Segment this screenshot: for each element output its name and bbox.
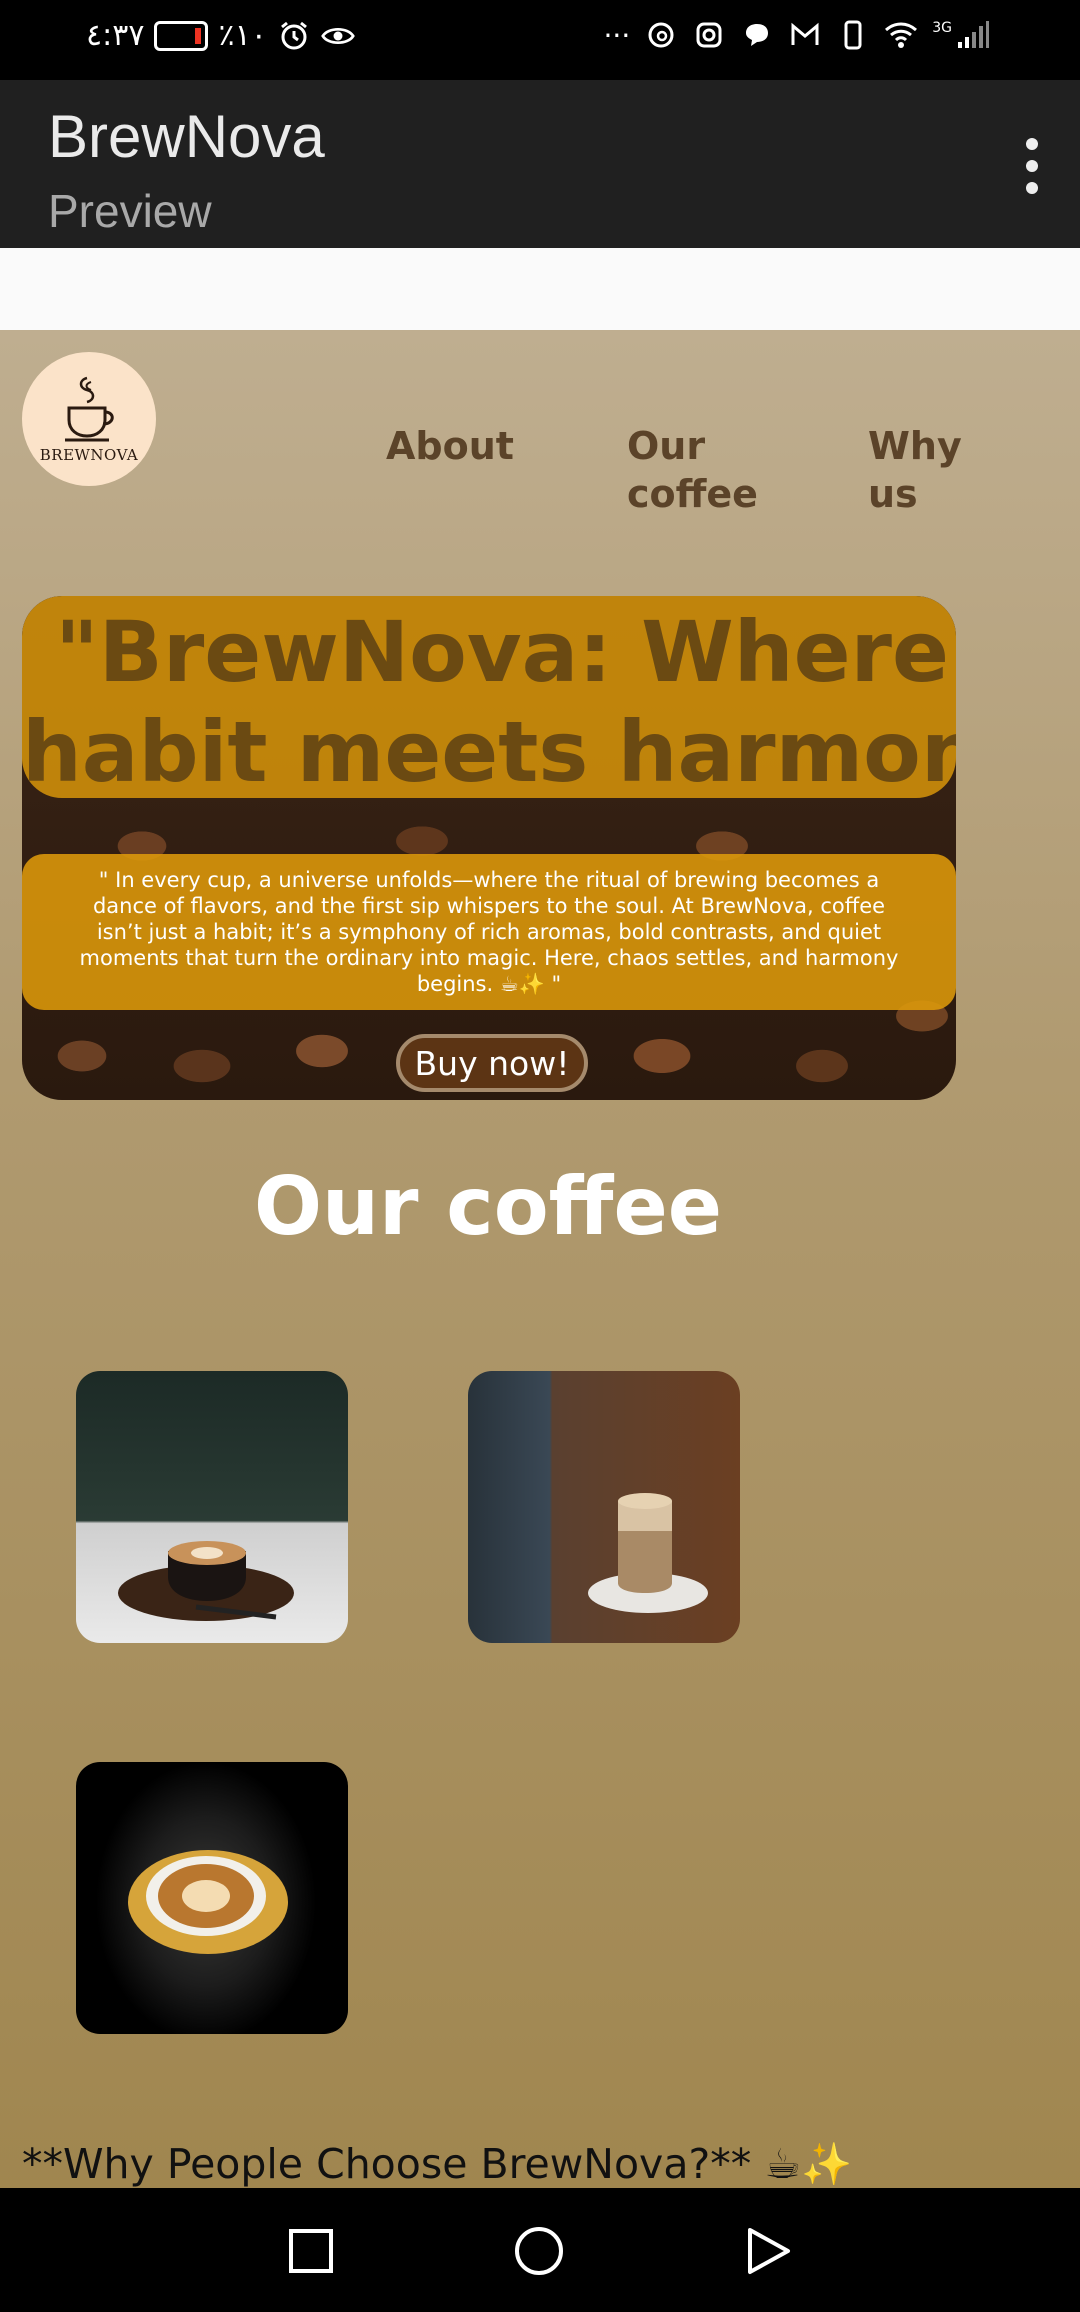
app-title: BrewNova xyxy=(48,103,325,170)
why-choose-heading: **Why People Choose BrewNova?** ☕✨ xyxy=(22,2140,853,2188)
more-dots-icon: ··· xyxy=(603,18,631,52)
hero-title: "BrewNova: Where habit meets harmony." xyxy=(22,602,956,802)
brewnova-logo[interactable]: BREWNOVA xyxy=(22,352,156,486)
logo-text: BREWNOVA xyxy=(39,446,139,464)
recent-apps-button[interactable] xyxy=(286,2226,336,2276)
coffee-image-latte-art[interactable] xyxy=(76,1762,348,2034)
signal-icon xyxy=(956,18,990,52)
phone-icon xyxy=(836,18,870,52)
web-page[interactable]: BREWNOVA About Our coffee Why us "BrewNo… xyxy=(0,330,1080,2188)
hero-banner: "BrewNova: Where habit meets harmony." "… xyxy=(22,596,956,1100)
hero-title-line-1: "BrewNova: Where xyxy=(55,603,949,701)
gmail-icon xyxy=(788,18,822,52)
overflow-menu-icon[interactable] xyxy=(1014,138,1050,194)
coffee-image-cappuccino[interactable] xyxy=(76,1371,348,1643)
status-time: ٤:٣٧ xyxy=(86,18,145,53)
our-coffee-title: Our coffee xyxy=(254,1160,722,1253)
battery-icon xyxy=(154,20,209,51)
instagram-icon xyxy=(692,18,726,52)
system-nav-bar xyxy=(0,2188,1080,2312)
hero-quote: " In every cup, a universe unfolds—where… xyxy=(79,868,899,996)
latte-art-cup-graphic xyxy=(128,1850,288,1954)
status-bar: ٤:٣٧ ٪١٠ ··· 3G xyxy=(0,0,1080,80)
status-left: ٤:٣٧ ٪١٠ xyxy=(86,18,355,53)
wifi-icon xyxy=(884,18,918,52)
battery-percent: ٪١٠ xyxy=(218,18,267,53)
alarm-icon xyxy=(277,19,311,53)
home-button[interactable] xyxy=(514,2226,564,2276)
chat-icon xyxy=(740,18,774,52)
threads-icon xyxy=(644,18,678,52)
eye-icon xyxy=(321,19,355,53)
cappuccino-cup-graphic xyxy=(118,1541,294,1621)
nav-our-coffee[interactable]: Our coffee xyxy=(627,422,767,518)
buy-now-button[interactable]: Buy now! xyxy=(396,1034,588,1092)
hero-title-line-2: habit meets harmony." xyxy=(22,703,956,801)
app-subtitle: Preview xyxy=(48,185,212,237)
app-bar: BrewNova Preview xyxy=(0,80,1080,248)
address-strip xyxy=(0,248,1080,330)
coffee-cup-icon xyxy=(65,376,114,442)
back-button[interactable] xyxy=(744,2226,794,2276)
latte-glass-graphic xyxy=(588,1493,708,1613)
hero-quote-box: " In every cup, a universe unfolds—where… xyxy=(22,854,956,1010)
nav-about[interactable]: About xyxy=(386,422,526,470)
network-type: 3G xyxy=(932,20,952,36)
nav-why-us[interactable]: Why us xyxy=(868,422,978,518)
status-right: ··· 3G xyxy=(604,18,990,52)
coffee-image-latte[interactable] xyxy=(468,1371,740,1643)
